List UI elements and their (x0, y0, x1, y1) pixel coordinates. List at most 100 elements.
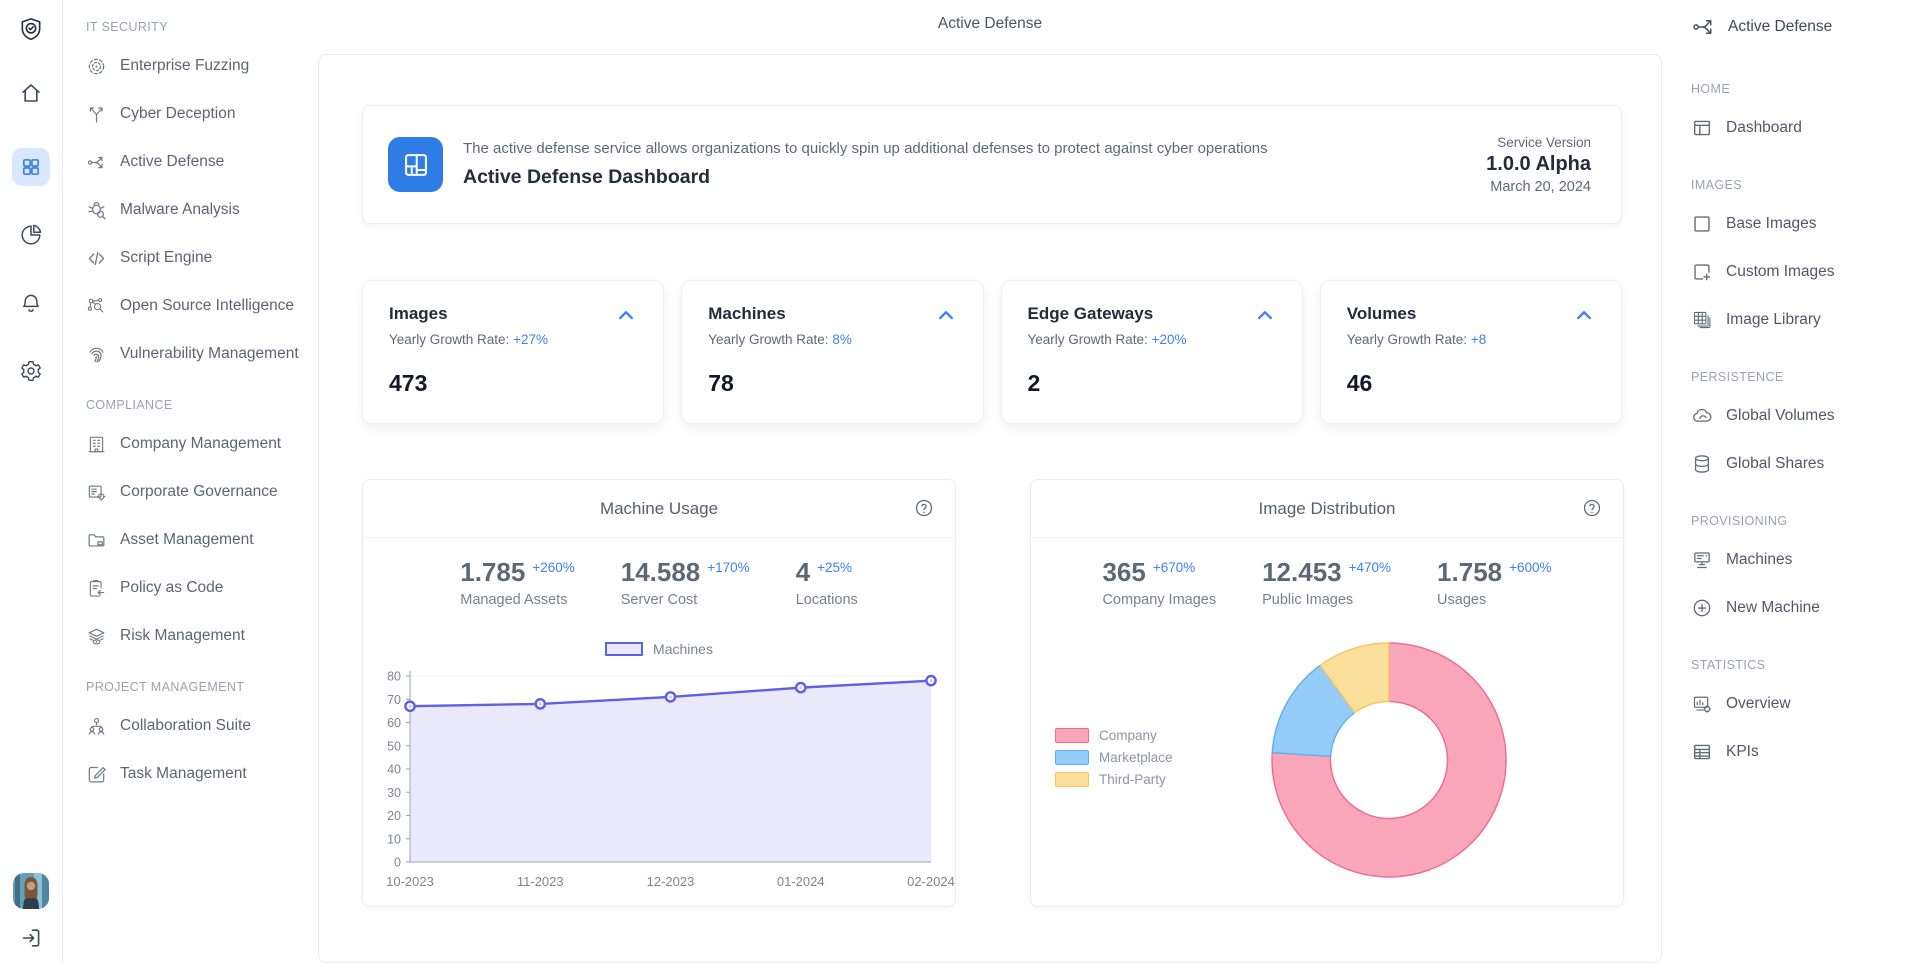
section-label: IMAGES (1691, 170, 1920, 200)
rightnav-item-overview[interactable]: Overview (1691, 680, 1920, 728)
code-icon (86, 248, 107, 269)
rightnav-item-global-volumes[interactable]: Global Volumes (1691, 392, 1920, 440)
chart-doc-icon (1691, 693, 1713, 715)
svg-text:20: 20 (387, 809, 401, 823)
svg-text:11-2023: 11-2023 (517, 874, 564, 889)
stat-card-growth: Yearly Growth Rate: 8% (708, 332, 956, 347)
rightnav-item-label: Global Volumes (1726, 407, 1835, 425)
machine-usage-title: Machine Usage (600, 499, 718, 519)
rightnav-item-label: Overview (1726, 695, 1791, 713)
legend-item-marketplace[interactable]: Marketplace (1055, 746, 1173, 768)
chart-stat-usages: 1.758+600%Usages (1437, 558, 1552, 608)
target-icon (86, 56, 107, 77)
sidebar-item-task-management[interactable]: Task Management (86, 750, 318, 798)
collapse-chevron-icon[interactable] (1572, 306, 1596, 326)
apps-grid-icon[interactable] (12, 148, 50, 186)
clipboard-arrow-icon (86, 578, 107, 599)
sidebar-item-company-management[interactable]: Company Management (86, 420, 318, 468)
sidebar-item-malware-analysis[interactable]: Malware Analysis (86, 186, 318, 234)
settings-gear-icon[interactable] (18, 358, 44, 384)
sidebar-item-label: Open Source Intelligence (120, 297, 294, 315)
branch-y-icon (86, 104, 107, 125)
stat-card-growth-value: 8% (832, 332, 852, 347)
stat-card-growth-value: +20% (1152, 332, 1187, 347)
chart-stat-delta: +470% (1349, 561, 1391, 576)
sidebar-item-corporate-governance[interactable]: Corporate Governance (86, 468, 318, 516)
svg-text:10: 10 (387, 832, 401, 846)
legend-item-third-party[interactable]: Third-Party (1055, 768, 1173, 790)
svg-text:50: 50 (387, 739, 401, 753)
sidebar-item-policy-as-code[interactable]: Policy as Code (86, 564, 318, 612)
user-avatar[interactable] (13, 873, 49, 909)
edit-square-icon (86, 764, 107, 785)
server-icon (1691, 549, 1713, 571)
banner-text: The active defense service allows organi… (463, 140, 1268, 189)
rightnav-item-dashboard[interactable]: Dashboard (1691, 104, 1920, 152)
rightnav-item-label: KPIs (1726, 743, 1759, 761)
notifications-bell-icon[interactable] (18, 290, 44, 316)
chart-stat-label: Managed Assets (460, 592, 575, 608)
chart-stat-label: Locations (796, 592, 858, 608)
rightnav-item-kpis[interactable]: KPIs (1691, 728, 1920, 776)
right-sidebar: Active Defense HOMEDashboard IMAGES Base I… (1664, 0, 1920, 963)
machines-legend[interactable]: Machines (363, 641, 955, 657)
building-icon (86, 434, 107, 455)
help-icon[interactable] (1582, 498, 1602, 518)
rightnav-item-label: Base Images (1726, 215, 1816, 233)
bug-scan-icon (86, 200, 107, 221)
machine-usage-header: Machine Usage (363, 480, 955, 538)
chart-stat-value: 4+25% (796, 558, 858, 587)
sidebar-item-asset-management[interactable]: Asset Management (86, 516, 318, 564)
image-distribution-header: Image Distribution (1031, 480, 1623, 538)
stat-card-growth: Yearly Growth Rate: +20% (1028, 332, 1276, 347)
chart-stat-label: Company Images (1102, 592, 1216, 608)
chart-stat-value: 1.758+600% (1437, 558, 1552, 587)
collapse-chevron-icon[interactable] (934, 306, 958, 326)
stat-card-value: 2 (1028, 370, 1276, 397)
sidebar-item-cyber-deception[interactable]: Cyber Deception (86, 90, 318, 138)
sidebar-item-label: Cyber Deception (120, 105, 235, 123)
home-icon[interactable] (18, 80, 44, 106)
right-sidebar-title: Active Defense (1728, 18, 1832, 36)
stat-card-edge-gateways: Edge Gateways Yearly Growth Rate: +20% 2 (1001, 280, 1303, 424)
banner-title: Active Defense Dashboard (463, 166, 1268, 189)
svg-text:10-2023: 10-2023 (386, 874, 434, 889)
rightnav-item-image-library[interactable]: Image Library (1691, 296, 1920, 344)
section-label: PROVISIONING (1691, 506, 1920, 536)
rightnav-item-global-shares[interactable]: Global Shares (1691, 440, 1920, 488)
chart-stat-value: 365+670% (1102, 558, 1216, 587)
sidebar-item-open-source-intelligence[interactable]: Open Source Intelligence (86, 282, 318, 330)
folder-icon (86, 530, 107, 551)
sidebar-item-enterprise-fuzzing[interactable]: Enterprise Fuzzing (86, 42, 318, 90)
banner-description: The active defense service allows organi… (463, 140, 1268, 157)
image-distribution-stats: 365+670%Company Images12.453+470%Public … (1031, 558, 1623, 608)
sidebar-item-collaboration-suite[interactable]: Collaboration Suite (86, 702, 318, 750)
chart-stat-delta: +600% (1509, 561, 1551, 576)
database-icon (1691, 453, 1713, 475)
service-version-block: Service Version 1.0.0 Alpha March 20, 20… (1486, 135, 1591, 195)
legend-item-company[interactable]: Company (1055, 724, 1173, 746)
sidebar-item-active-defense[interactable]: Active Defense (86, 138, 318, 186)
svg-text:80: 80 (387, 669, 401, 683)
rightnav-item-custom-images[interactable]: Custom Images (1691, 248, 1920, 296)
section-label: HOME (1691, 74, 1920, 104)
logout-icon[interactable] (18, 925, 44, 951)
sidebar-item-label: Vulnerability Management (120, 345, 299, 363)
chart-stat-label: Server Cost (621, 592, 750, 608)
stat-card-title: Edge Gateways (1028, 304, 1276, 324)
rightnav-item-machines[interactable]: Machines (1691, 536, 1920, 584)
stat-cards-row: ImagesYearly Growth Rate: +27%473Machine… (362, 280, 1622, 424)
layout-dashboard-icon (1691, 117, 1713, 139)
rightnav-item-base-images[interactable]: Base Images (1691, 200, 1920, 248)
rightnav-item-new-machine[interactable]: New Machine (1691, 584, 1920, 632)
rightnav-item-label: Machines (1726, 551, 1792, 569)
charts-row: Machine Usage 1.785+260%Managed Assets14… (362, 479, 1624, 907)
sidebar-item-risk-management[interactable]: Risk Management (86, 612, 318, 660)
help-icon[interactable] (914, 498, 934, 518)
sidebar-item-vulnerability-management[interactable]: Vulnerability Management (86, 330, 318, 378)
collapse-chevron-icon[interactable] (614, 306, 638, 326)
app-logo-icon (18, 16, 44, 42)
pie-chart-icon[interactable] (18, 222, 44, 248)
collapse-chevron-icon[interactable] (1253, 306, 1277, 326)
sidebar-item-script-engine[interactable]: Script Engine (86, 234, 318, 282)
